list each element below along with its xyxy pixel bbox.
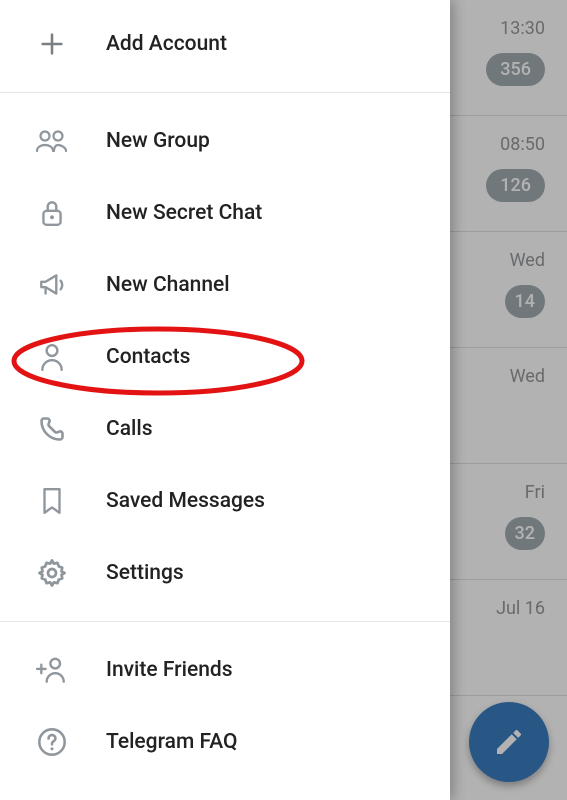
phone-icon [28, 405, 76, 453]
divider [0, 621, 450, 622]
megaphone-icon [28, 261, 76, 309]
contacts-item[interactable]: Contacts [0, 321, 450, 393]
new-channel-label: New Channel [106, 273, 230, 297]
invite-friends-label: Invite Friends [106, 658, 233, 682]
add-account-item[interactable]: Add Account [0, 8, 450, 80]
telegram-faq-item[interactable]: Telegram FAQ [0, 706, 450, 778]
new-group-item[interactable]: New Group [0, 105, 450, 177]
settings-item[interactable]: Settings [0, 537, 450, 609]
new-channel-item[interactable]: New Channel [0, 249, 450, 321]
new-secret-chat-label: New Secret Chat [106, 201, 262, 225]
plus-icon [28, 20, 76, 68]
lock-icon [28, 189, 76, 237]
group-icon [28, 117, 76, 165]
gear-icon [28, 549, 76, 597]
new-secret-chat-item[interactable]: New Secret Chat [0, 177, 450, 249]
help-icon [28, 718, 76, 766]
dim-overlay [447, 0, 567, 800]
navigation-drawer: Add Account New Group [0, 0, 450, 800]
invite-friends-item[interactable]: Invite Friends [0, 634, 450, 706]
contacts-label: Contacts [106, 345, 190, 369]
telegram-faq-label: Telegram FAQ [106, 730, 237, 754]
calls-item[interactable]: Calls [0, 393, 450, 465]
add-account-label: Add Account [106, 32, 227, 56]
bookmark-icon [28, 477, 76, 525]
person-icon [28, 333, 76, 381]
settings-label: Settings [106, 561, 184, 585]
new-group-label: New Group [106, 129, 210, 153]
saved-messages-item[interactable]: Saved Messages [0, 465, 450, 537]
divider [0, 92, 450, 93]
saved-messages-label: Saved Messages [106, 489, 265, 513]
calls-label: Calls [106, 417, 153, 441]
add-person-icon [28, 646, 76, 694]
